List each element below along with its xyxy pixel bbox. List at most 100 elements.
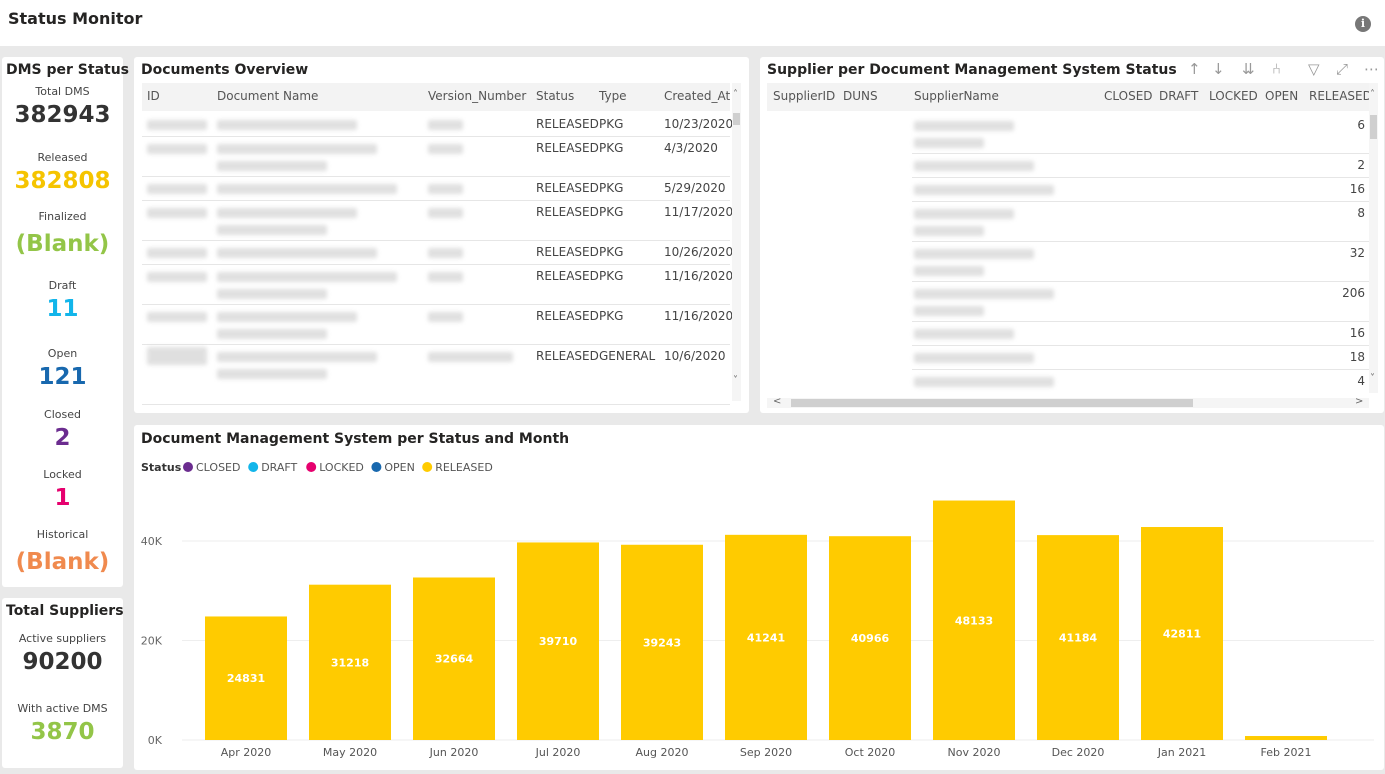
column-header[interactable]: SupplierID xyxy=(773,89,835,103)
column-header[interactable]: DRAFT xyxy=(1159,89,1198,103)
legend-label: LOCKED xyxy=(319,461,364,474)
filter-icon[interactable]: ▽ xyxy=(1308,60,1320,78)
legend-item-draft[interactable]: DRAFT xyxy=(248,461,298,474)
focus-mode-icon[interactable]: ⤢ xyxy=(1336,60,1348,78)
redacted-document-name xyxy=(217,225,327,235)
table-row[interactable]: 16 xyxy=(912,178,1369,202)
table-row[interactable]: 6 xyxy=(912,114,1369,154)
table-row[interactable]: 4 xyxy=(912,370,1369,400)
table-row[interactable]: 32 xyxy=(912,242,1369,282)
table-row[interactable]: RELEASED PKG 11/16/2020 xyxy=(142,305,733,345)
legend-title: Status xyxy=(141,461,182,474)
x-tick-label: May 2020 xyxy=(323,746,377,759)
redacted-document-name xyxy=(217,272,397,282)
scroll-right-icon[interactable]: > xyxy=(1355,396,1363,407)
supplier-status-table: Supplier per Document Management System … xyxy=(760,57,1384,413)
redacted-document-name xyxy=(217,161,327,171)
table-row[interactable]: 18 xyxy=(912,346,1369,370)
x-tick-label: Sep 2020 xyxy=(740,746,792,759)
vertical-scrollbar[interactable]: ˄ ˅ xyxy=(1369,83,1378,393)
scrollbar-thumb[interactable] xyxy=(1370,115,1377,139)
legend-item-released[interactable]: RELEASED xyxy=(422,461,493,474)
created-at-cell: 10/23/2020 xyxy=(664,117,734,131)
column-header[interactable]: Type xyxy=(599,89,627,103)
legend-marker xyxy=(306,462,317,472)
kpi-value: 90200 xyxy=(22,649,103,675)
bar-feb-2021[interactable] xyxy=(1245,736,1327,740)
sort-ascending-icon[interactable]: ↑ xyxy=(1188,60,1201,78)
released-cell: 206 xyxy=(1342,286,1365,300)
kpi-active-suppliers: Active suppliers 90200 xyxy=(2,632,123,676)
column-header[interactable]: Created_At xyxy=(664,89,730,103)
column-header[interactable]: SupplierName xyxy=(914,89,999,103)
table-row[interactable]: RELEASED PKG 10/23/2020 xyxy=(142,113,734,137)
legend-item-locked[interactable]: LOCKED xyxy=(306,461,364,474)
column-header[interactable]: CLOSED xyxy=(1104,89,1153,103)
redacted-supplier-name xyxy=(914,209,1014,219)
scrollbar-thumb[interactable] xyxy=(733,113,740,125)
column-header[interactable]: ID xyxy=(147,89,160,103)
info-icon[interactable]: i xyxy=(1355,16,1371,32)
redacted-supplier-name xyxy=(914,289,1054,299)
card-title: Total Suppliers xyxy=(6,603,124,619)
more-options-icon[interactable]: ⋯ xyxy=(1364,60,1379,78)
data-label: 41184 xyxy=(1059,632,1098,645)
table-row[interactable]: RELEASED PKG 11/17/2020 xyxy=(142,201,733,241)
x-tick-label: Dec 2020 xyxy=(1052,746,1105,759)
column-header[interactable]: Document Name xyxy=(217,89,318,103)
y-tick-label: 0K xyxy=(148,734,163,747)
status-cell: RELEASED xyxy=(536,181,599,195)
legend-marker xyxy=(371,462,382,472)
data-label: 40966 xyxy=(851,632,890,645)
legend-item-open[interactable]: OPEN xyxy=(371,461,415,474)
legend-item-closed[interactable]: CLOSED xyxy=(183,461,240,474)
drill-down-icon[interactable]: ⑃ xyxy=(1272,60,1281,78)
table-row[interactable]: 8 xyxy=(912,202,1369,242)
kpi-finalized: Finalized (Blank) xyxy=(2,210,123,258)
redacted-id xyxy=(147,248,207,258)
table-row[interactable]: RELEASED PKG 11/16/2020 xyxy=(142,265,734,305)
redacted-document-name xyxy=(217,248,377,258)
column-header[interactable]: RELEASED xyxy=(1309,89,1372,103)
table-header: SupplierID DUNS SupplierName CLOSED DRAFT LOC… xyxy=(767,83,1372,111)
column-header[interactable]: LOCKED xyxy=(1209,89,1258,103)
redacted-document-name xyxy=(217,120,357,130)
kpi-label: Historical xyxy=(36,528,89,541)
kpi-total-dms: Total DMS 382943 xyxy=(2,85,123,129)
kpi-closed: Closed 2 xyxy=(2,408,123,452)
vertical-scrollbar[interactable]: ˄ ˅ xyxy=(732,83,741,401)
scroll-left-icon[interactable]: < xyxy=(773,396,781,407)
scroll-up-icon[interactable]: ˄ xyxy=(733,89,738,100)
table-header: ID Document Name Version_Number Status Type C… xyxy=(142,83,730,111)
legend-label: DRAFT xyxy=(261,461,297,474)
x-tick-label: Feb 2021 xyxy=(1261,746,1312,759)
sort-descending-icon[interactable]: ↓ xyxy=(1212,60,1225,78)
created-at-cell: 10/6/2020 xyxy=(664,349,726,363)
column-header[interactable]: OPEN xyxy=(1265,89,1298,103)
status-cell: RELEASED xyxy=(536,269,599,283)
scrollbar-thumb[interactable] xyxy=(791,399,1193,407)
scroll-up-icon[interactable]: ˄ xyxy=(1370,89,1375,100)
scroll-down-icon[interactable]: ˅ xyxy=(1370,373,1375,384)
created-at-cell: 11/16/2020 xyxy=(664,269,734,283)
scroll-down-icon[interactable]: ˅ xyxy=(733,375,738,386)
column-header[interactable]: Version_Number xyxy=(428,89,526,103)
table-row[interactable]: RELEASED GENERAL 10/6/2020 xyxy=(142,345,730,405)
redacted-version xyxy=(428,352,513,362)
legend-marker xyxy=(422,462,433,472)
table-row[interactable]: RELEASED PKG 10/26/2020 xyxy=(142,241,733,265)
table-row[interactable]: 2 xyxy=(912,154,1369,178)
type-cell: PKG xyxy=(599,117,624,131)
redacted-document-name xyxy=(217,289,327,299)
expand-all-icon[interactable]: ⇊ xyxy=(1242,60,1255,78)
kpi-locked: Locked 1 xyxy=(2,468,123,512)
table-row[interactable]: 206 xyxy=(912,282,1369,322)
column-header[interactable]: Status xyxy=(536,89,574,103)
table-row[interactable]: RELEASED PKG 5/29/2020 xyxy=(142,177,730,201)
table-row[interactable]: RELEASED PKG 4/3/2020 xyxy=(142,137,730,177)
redacted-document-name xyxy=(217,144,377,154)
page-title: Status Monitor xyxy=(8,9,143,28)
horizontal-scrollbar[interactable]: < > xyxy=(767,396,1369,408)
column-header[interactable]: DUNS xyxy=(843,89,878,103)
table-row[interactable]: 16 xyxy=(912,322,1369,346)
